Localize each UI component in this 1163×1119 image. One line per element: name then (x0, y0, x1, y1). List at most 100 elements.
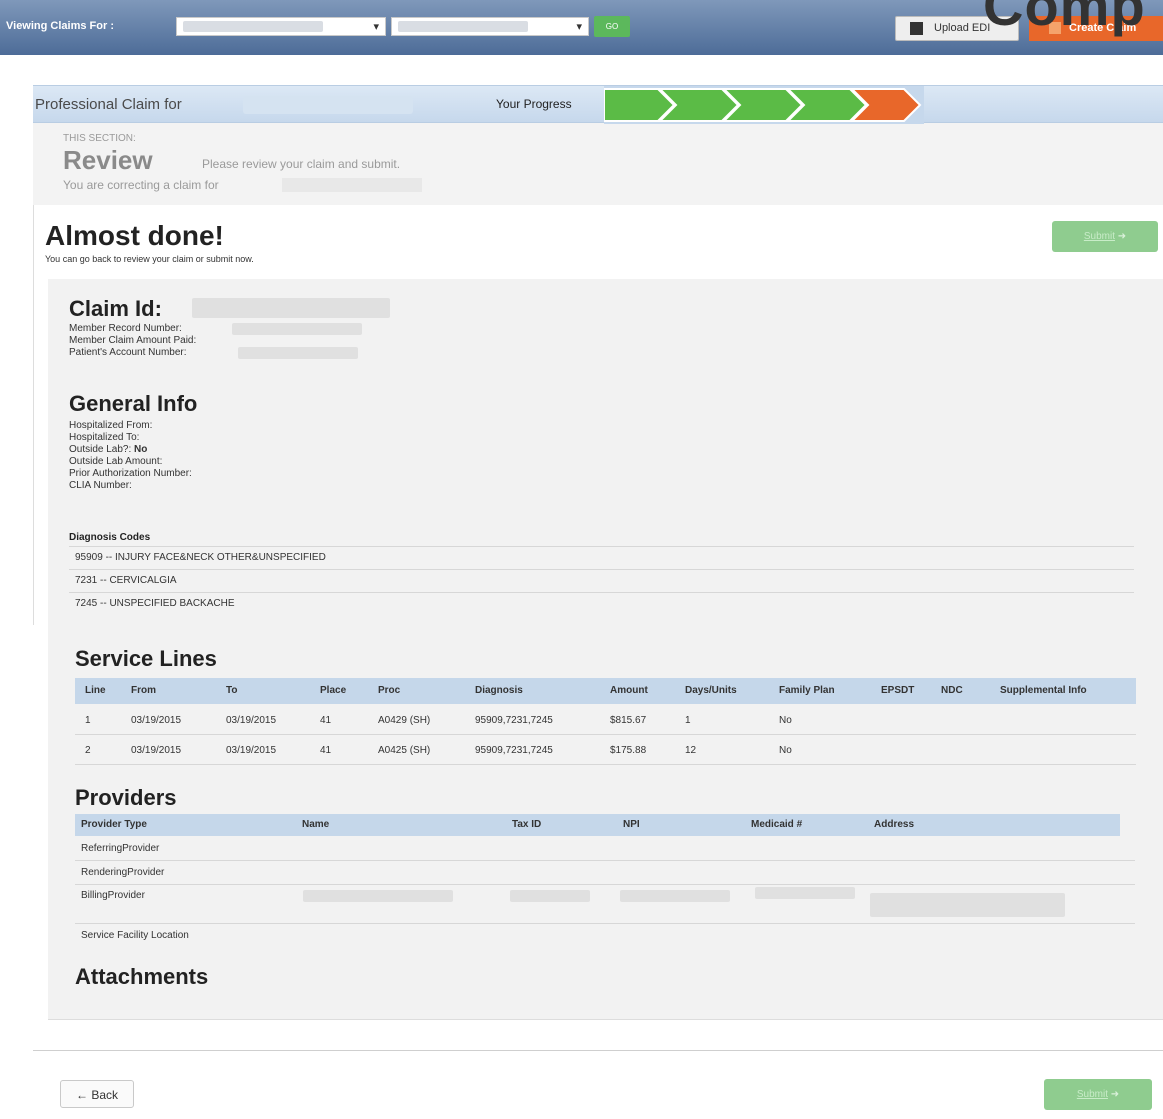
providers-title: Providers (75, 785, 177, 810)
provider-type: BillingProvider (81, 890, 145, 901)
service-lines-header: Line From To Place Proc Diagnosis Amount… (75, 678, 1136, 704)
col-family-plan: Family Plan (779, 685, 835, 696)
redacted-member-record (232, 323, 362, 335)
progress-label: Your Progress (496, 97, 572, 111)
member-record-label: Member Record Number: (69, 323, 182, 334)
col-from: From (131, 685, 156, 696)
caret-down-icon: ▾ (576, 21, 582, 33)
outside-lab-value: No (134, 444, 148, 455)
table-row: 1 03/19/2015 03/19/2015 41 A0429 (SH) 95… (75, 708, 1136, 735)
section-eyebrow: THIS SECTION: (63, 133, 136, 144)
claim-title: Professional Claim for (35, 96, 182, 113)
cell-to: 03/19/2015 (226, 745, 277, 756)
cell-from: 03/19/2015 (131, 745, 182, 756)
table-row: ReferringProvider (75, 837, 1135, 861)
diagnosis-codes-title: Diagnosis Codes (69, 532, 151, 543)
diagnosis-row: 7245 -- UNSPECIFIED BACKACHE (69, 592, 1134, 614)
cell-proc: A0429 (SH) (378, 715, 431, 726)
clia-number: CLIA Number: (69, 480, 132, 491)
redacted-tax-id (510, 890, 590, 902)
col-proc: Proc (378, 685, 401, 696)
cell-to: 03/19/2015 (226, 715, 277, 726)
col-to: To (226, 685, 238, 696)
submit-label: Submit (1083, 231, 1115, 242)
cell-days-units: 12 (685, 745, 697, 756)
col-epsdt: EPSDT (881, 685, 915, 696)
outside-lab-amount: Outside Lab Amount: (69, 456, 163, 467)
col-ndc: NDC (941, 685, 963, 696)
correcting-notice: You are correcting a claim for (63, 178, 219, 192)
claim-header-bar: Professional Claim for Your Progress (33, 85, 1163, 124)
submit-button-top[interactable]: Submit ➜ (1052, 221, 1158, 252)
submit-label: Submit (1076, 1089, 1108, 1100)
table-row: BillingProvider (75, 885, 1135, 924)
provider-type: Service Facility Location (81, 930, 189, 941)
provider-select[interactable]: ▾ (176, 17, 386, 36)
cell-line: 2 (85, 745, 91, 756)
col-address: Address (874, 819, 915, 830)
cell-proc: A0425 (SH) (378, 745, 431, 756)
page-title: Almost done! (45, 220, 224, 251)
go-button[interactable]: GO (594, 16, 630, 37)
col-place: Place (320, 685, 347, 696)
redacted-claim-ref (282, 178, 422, 192)
redacted-value (183, 21, 323, 32)
redacted-claim-id (192, 298, 390, 318)
amount-paid-label: Member Claim Amount Paid: (69, 335, 197, 346)
cell-from: 03/19/2015 (131, 715, 182, 726)
cell-days-units: 1 (685, 715, 691, 726)
cell-amount: $175.88 (610, 745, 647, 756)
arrow-right-icon: ➜ (1117, 231, 1127, 242)
section-hint: Please review your claim and submit. (202, 157, 401, 171)
col-line: Line (85, 685, 106, 696)
hospitalized-to: Hospitalized To: (69, 432, 140, 443)
diagnosis-row: 95909 -- INJURY FACE&NECK OTHER&UNSPECIF… (69, 546, 1134, 568)
partial-page-heading: Comp (983, 0, 1146, 37)
col-provider-type: Provider Type (81, 819, 147, 830)
upload-edi-label: Upload EDI (934, 22, 991, 34)
back-label: Back (91, 1088, 119, 1102)
col-supplemental: Supplemental Info (1000, 685, 1087, 696)
arrow-left-icon: ← (75, 1088, 88, 1102)
general-info-title: General Info (69, 391, 198, 416)
table-row: 2 03/19/2015 03/19/2015 41 A0425 (SH) 95… (75, 738, 1136, 765)
prior-authorization: Prior Authorization Number: (69, 468, 192, 479)
col-diagnosis: Diagnosis (475, 685, 523, 696)
redacted-value (398, 21, 528, 32)
section-name: Review (63, 145, 153, 175)
col-medicaid: Medicaid # (751, 819, 803, 830)
outside-lab: Outside Lab?: No (69, 444, 147, 456)
cell-diagnosis: 95909,7231,7245 (475, 715, 553, 726)
providers-header: Provider Type Name Tax ID NPI Medicaid #… (75, 814, 1120, 836)
cell-line: 1 (85, 715, 91, 726)
cell-family-plan: No (779, 745, 792, 756)
progress-indicator (604, 86, 924, 124)
col-amount: Amount (610, 685, 648, 696)
submit-button-bottom[interactable]: Submit ➜ (1044, 1079, 1152, 1110)
redacted-member-name (243, 96, 413, 114)
redacted-name (303, 890, 453, 902)
provider-type: ReferringProvider (81, 843, 160, 854)
claim-id-label: Claim Id: (69, 296, 162, 321)
col-tax-id: Tax ID (512, 819, 542, 830)
col-name: Name (302, 819, 330, 830)
upload-icon (910, 22, 923, 35)
attachments-title: Attachments (75, 964, 209, 989)
hospitalized-from: Hospitalized From: (69, 420, 153, 431)
service-lines-title: Service Lines (75, 646, 217, 671)
caret-down-icon: ▾ (373, 21, 379, 33)
viewing-claims-label: Viewing Claims For : (6, 20, 114, 32)
redacted-medicaid (755, 887, 855, 899)
patient-account-label: Patient's Account Number: (69, 347, 187, 358)
back-button[interactable]: ← Back (60, 1080, 134, 1108)
table-row: RenderingProvider (75, 861, 1135, 885)
diagnosis-row: 7231 -- CERVICALGIA (69, 569, 1134, 591)
col-days-units: Days/Units (685, 685, 737, 696)
cell-amount: $815.67 (610, 715, 647, 726)
arrow-right-icon: ➜ (1110, 1089, 1120, 1100)
cell-diagnosis: 95909,7231,7245 (475, 745, 553, 756)
account-select[interactable]: ▾ (391, 17, 589, 36)
footer-divider (33, 1050, 1163, 1051)
outside-lab-label: Outside Lab?: (69, 444, 132, 455)
redacted-patient-account (238, 347, 358, 359)
